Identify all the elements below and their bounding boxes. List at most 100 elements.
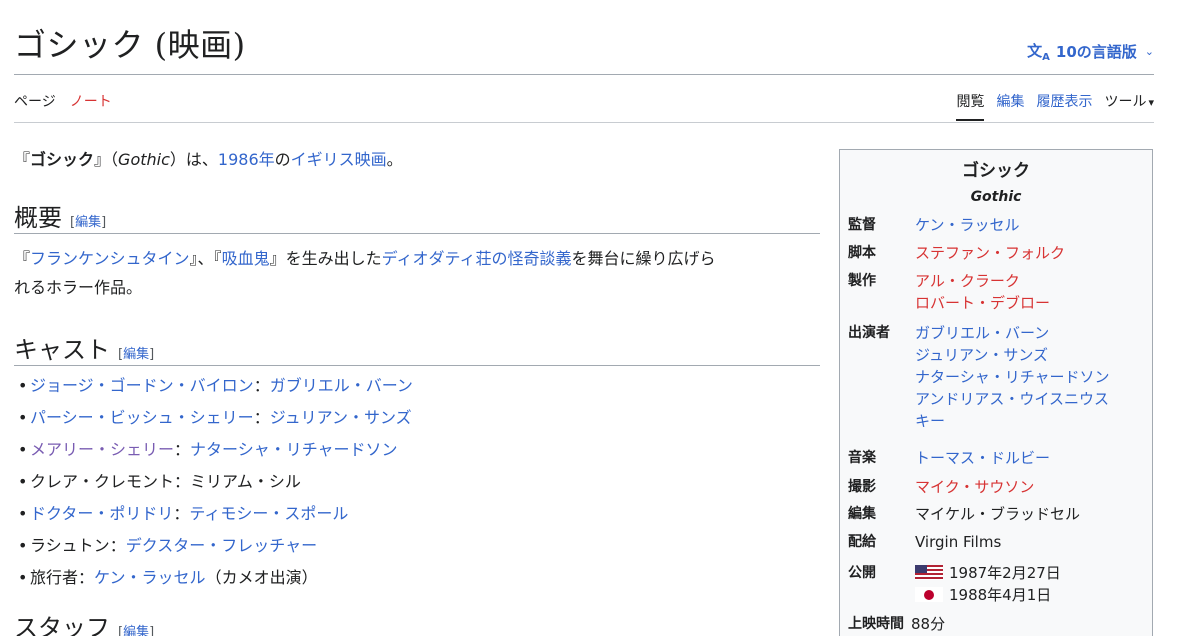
cameo-note: （カメオ出演） (205, 568, 318, 587)
writer-link[interactable]: ステファン・フォルク (915, 242, 1065, 264)
section-edit: [編集] (118, 347, 155, 362)
lead-text: 『 (14, 150, 31, 169)
starring-link[interactable]: ジュリアン・サンズ (915, 344, 1110, 366)
section-heading-cast: キャスト [編集] (14, 330, 154, 365)
section-edit-link[interactable]: 編集 (123, 347, 149, 362)
actor-link[interactable]: ティモシー・スポール (189, 504, 348, 523)
namespace-tabs: ページ ノート (14, 91, 112, 111)
starring-link[interactable]: キー (915, 410, 1110, 432)
list-item: 旅行者：ケン・ラッセル（カメオ出演） (14, 562, 413, 594)
separator: ： (78, 568, 95, 587)
chevron-down-icon: ▾ (1148, 96, 1154, 109)
separator: ： (174, 440, 191, 459)
producer-link[interactable]: ロバート・デブロー (915, 292, 1050, 314)
role-text: ラシュトン (30, 536, 110, 555)
para-text: 『 (14, 249, 31, 268)
infobox-label: 公開 (848, 565, 876, 581)
title-divider (14, 74, 1154, 75)
list-item: ラシュトン：デクスター・フレッチャー (14, 530, 413, 562)
release-date-jp: 1988年4月1日 (915, 584, 1061, 606)
release-date-text: 1987年2月27日 (949, 564, 1061, 582)
release-date-us: 1987年2月27日 (915, 562, 1061, 584)
villa-diodati-link[interactable]: ディオダティ荘の怪奇談義 (382, 249, 572, 268)
list-item: ドクター・ポリドリ：ティモシー・スポール (14, 498, 413, 530)
heading-text: 概要 (14, 204, 62, 232)
infobox-title: ゴシック (962, 161, 1030, 181)
separator: ： (173, 504, 190, 523)
runtime-text: 88分 (911, 615, 946, 633)
overview-paragraph: 『フランケンシュタイン』、『吸血鬼』を生み出したディオダティ荘の怪奇談義を舞台に… (14, 244, 822, 302)
tab-edit[interactable]: 編集 (996, 91, 1024, 111)
actor-link[interactable]: ケン・ラッセル (94, 568, 206, 587)
section-edit: [編集] (70, 215, 107, 230)
tools-label: ツール (1104, 94, 1147, 110)
us-flag-icon (915, 565, 943, 580)
tab-page[interactable]: ページ (14, 91, 56, 111)
actor-link[interactable]: ナターシャ・リチャードソン (190, 440, 398, 459)
heading-text: キャスト (14, 336, 110, 364)
editing-text: マイケル・ブラッドセル (915, 505, 1081, 523)
para-text: 』を生み出した (269, 249, 382, 268)
country-film-link[interactable]: イギリス映画 (291, 150, 387, 169)
tab-history[interactable]: 履歴表示 (1036, 91, 1092, 111)
tab-talk[interactable]: ノート (70, 91, 112, 111)
lead-paragraph: 『ゴシック』（Gothic）は、1986年のイギリス映画。 (14, 146, 403, 170)
actor-link[interactable]: ジュリアン・サンズ (270, 408, 412, 427)
cast-list: ジョージ・ゴードン・バイロン：ガブリエル・バーン パーシー・ビッシュ・シェリー：… (14, 370, 413, 594)
japan-flag-icon (915, 587, 943, 602)
lead-text: ）は、 (169, 150, 218, 169)
heading-text: スタッフ (14, 614, 110, 636)
vampyre-link[interactable]: 吸血鬼 (222, 249, 270, 268)
list-item: ジョージ・ゴードン・バイロン：ガブリエル・バーン (14, 370, 413, 402)
list-item: パーシー・ビッシュ・シェリー：ジュリアン・サンズ (14, 402, 413, 434)
separator: ： (253, 408, 270, 427)
language-button[interactable]: 文A 10の言語版 ⌄ (1027, 40, 1154, 63)
release-date-text: 1988年4月1日 (949, 586, 1052, 604)
actor-link[interactable]: ガブリエル・バーン (270, 376, 413, 395)
list-item: クレア・クレモント：ミリアム・シル (14, 466, 413, 498)
section-divider (14, 365, 820, 366)
starring-link[interactable]: ガブリエル・バーン (915, 322, 1110, 344)
section-edit: [編集] (118, 625, 154, 636)
tools-menu[interactable]: ツール ▾ (1104, 91, 1154, 111)
frankenstein-link[interactable]: フランケンシュタイン (30, 249, 190, 268)
cinematography-link[interactable]: マイク・サウソン (915, 476, 1034, 498)
lead-original-title: Gothic (118, 150, 170, 169)
section-edit-link[interactable]: 編集 (75, 215, 101, 230)
infobox-label: 配給 (848, 534, 876, 550)
role-link[interactable]: ドクター・ポリドリ (30, 504, 173, 523)
chevron-down-icon: ⌄ (1144, 45, 1154, 58)
distributor-text: Virgin Films (915, 533, 1002, 551)
section-edit-link[interactable]: 編集 (123, 625, 149, 636)
view-tabs: 閲覧 編集 履歴表示 ツール ▾ (956, 91, 1154, 121)
para-text: を舞台に繰り広げら (571, 249, 716, 268)
actor-link[interactable]: デクスター・フレッチャー (126, 536, 317, 555)
tabs-divider (14, 122, 1154, 123)
actor-text: ミリアム・シル (190, 472, 301, 491)
list-item: メアリー・シェリー：ナターシャ・リチャードソン (14, 434, 413, 466)
role-link[interactable]: ジョージ・ゴードン・バイロン (30, 376, 254, 395)
role-text: クレア・クレモント (30, 472, 175, 491)
infobox-label: 音楽 (848, 450, 876, 466)
infobox-subtitle: Gothic (970, 189, 1022, 205)
infobox-label: 監督 (848, 217, 876, 233)
infobox-label: 出演者 (848, 325, 890, 341)
separator: ： (253, 376, 270, 395)
director-link[interactable]: ケン・ラッセル (915, 214, 1020, 236)
infobox: ゴシック Gothic 監督 ケン・ラッセル 脚本 ステファン・フォルク 製作 … (839, 149, 1153, 636)
tab-read[interactable]: 閲覧 (956, 91, 985, 121)
translate-icon: 文A (1027, 42, 1050, 63)
role-link[interactable]: パーシー・ビッシュ・シェリー (30, 408, 254, 427)
producer-link[interactable]: アル・クラーク (915, 270, 1050, 292)
section-divider (14, 233, 820, 234)
year-link[interactable]: 1986年 (218, 150, 275, 169)
lead-title-bold: ゴシック (30, 150, 95, 169)
infobox-label: 編集 (848, 506, 876, 522)
starring-link[interactable]: ナターシャ・リチャードソン (915, 366, 1110, 388)
role-link[interactable]: メアリー・シェリー (30, 440, 174, 459)
lead-text: 。 (386, 150, 403, 169)
starring-link[interactable]: アンドリアス・ウイスニウス (915, 388, 1110, 410)
separator: ： (174, 472, 191, 491)
lead-text: の (274, 150, 291, 169)
music-link[interactable]: トーマス・ドルビー (915, 447, 1050, 469)
